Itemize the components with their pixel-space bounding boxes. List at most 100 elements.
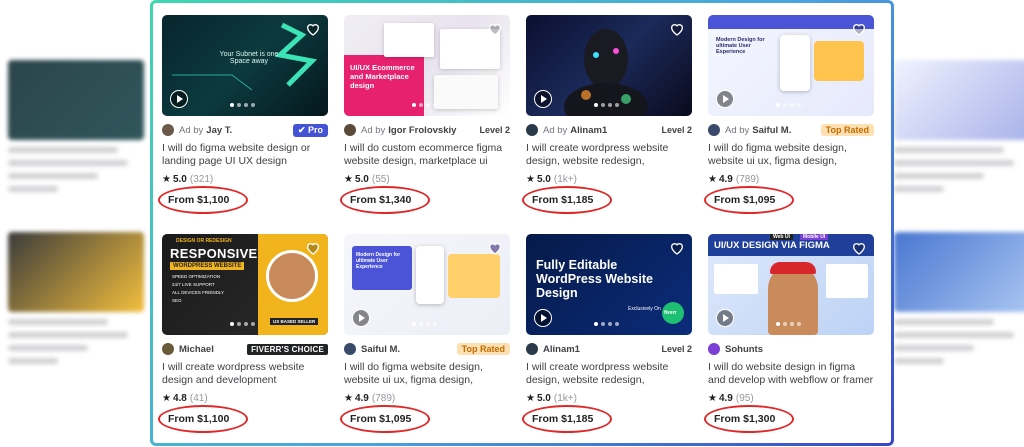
annotation-circle	[704, 405, 794, 433]
thumbnail-mockup	[384, 23, 434, 57]
gig-thumbnail[interactable]	[526, 15, 692, 116]
heart-icon[interactable]	[669, 21, 685, 37]
price: From $1,185	[522, 186, 692, 214]
gig-title[interactable]: I will do figma website design, website …	[708, 142, 874, 168]
thumbnail-subheadline: WORDPRESS WEBSITE	[170, 262, 245, 270]
blurred-card	[894, 232, 1024, 364]
carousel-dots[interactable]	[594, 322, 619, 326]
gig-title[interactable]: I will do figma website design, website …	[344, 361, 510, 387]
price: From $1,340	[340, 186, 510, 214]
heart-icon[interactable]	[487, 21, 503, 37]
gig-title[interactable]: I will do figma website design or landin…	[162, 142, 328, 168]
price: From $1,100	[158, 186, 328, 214]
gig-thumbnail[interactable]: Modern Design for ultimate User Experien…	[708, 15, 874, 116]
thumbnail-cap	[770, 262, 816, 274]
avatar[interactable]	[162, 343, 174, 355]
rating-row: ★ 4.9 (789)	[344, 393, 510, 404]
gig-card[interactable]: Modern Design for ultimate User Experien…	[340, 234, 510, 433]
review-count: (1k+)	[553, 393, 577, 404]
carousel-dots[interactable]	[776, 103, 801, 107]
play-icon[interactable]	[534, 309, 552, 327]
top-rated-badge: Top Rated	[456, 343, 510, 355]
carousel-dots[interactable]	[412, 322, 437, 326]
gig-title[interactable]: I will create wordpress website design, …	[526, 142, 692, 168]
level-badge: Level 2	[661, 344, 692, 354]
thumbnail-caption: UI/UX Ecommerce and Marketplace design	[350, 63, 415, 90]
thumbnail-headline: UI/UX DESIGN VIA FIGMA	[714, 240, 830, 251]
play-icon[interactable]	[170, 90, 188, 108]
avatar[interactable]	[708, 343, 720, 355]
gig-title[interactable]: I will do custom ecommerce figma website…	[344, 142, 510, 168]
seller-row: Saiful M. Top Rated	[344, 342, 510, 356]
star-icon: ★	[708, 174, 717, 185]
seller-name[interactable]: Michael	[179, 344, 214, 355]
heart-icon[interactable]	[851, 240, 867, 256]
seller-name[interactable]: Saiful M.	[361, 344, 400, 355]
blurred-card	[8, 232, 144, 364]
gig-title[interactable]: I will create wordpress website design a…	[162, 361, 328, 387]
gig-card[interactable]: Fully Editable WordPress Website Design …	[522, 234, 692, 433]
play-icon[interactable]	[534, 90, 552, 108]
avatar[interactable]	[162, 124, 174, 136]
gig-thumbnail[interactable]: DESIGN OR REDESIGN RESPONSIVE WORDPRESS …	[162, 234, 328, 335]
review-count: (1k+)	[553, 174, 577, 185]
star-icon: ★	[344, 393, 353, 404]
play-icon[interactable]	[716, 309, 734, 327]
avatar[interactable]	[708, 124, 720, 136]
gig-thumbnail[interactable]: Modern Design for ultimate User Experien…	[344, 234, 510, 335]
annotation-circle	[158, 405, 248, 433]
fiverrs-choice-badge: FIVERR'S CHOICE	[247, 343, 328, 355]
gig-card[interactable]: Ad by Alinam1 Level 2 I will create word…	[522, 15, 692, 214]
seller-name[interactable]: Alinam1	[543, 344, 580, 355]
rating-score: 5.0	[536, 393, 551, 404]
review-count: (321)	[189, 174, 214, 185]
thumbnail-mockup	[434, 75, 498, 109]
gig-thumbnail[interactable]: Fully Editable WordPress Website Design …	[526, 234, 692, 335]
thumbnail-logo-text: fiverr	[664, 310, 677, 316]
carousel-dots[interactable]	[230, 322, 255, 326]
gig-title[interactable]: I will do website design in figma and de…	[708, 361, 874, 387]
heart-icon[interactable]	[305, 240, 321, 256]
gig-thumbnail[interactable]: UI/UX Ecommerce and Marketplace design	[344, 15, 510, 116]
gig-card[interactable]: Your Subnet is one Space away Ad by Jay …	[158, 15, 328, 214]
gig-title[interactable]: I will create wordpress website design, …	[526, 361, 692, 387]
seller-name[interactable]: Sohunts	[725, 344, 763, 355]
gig-card[interactable]: UI/UX DESIGN VIA FIGMA Web UI Mobile UI …	[704, 234, 874, 433]
carousel-dots[interactable]	[412, 103, 437, 107]
price: From $1,300	[704, 405, 874, 433]
avatar[interactable]	[344, 124, 356, 136]
seller-name[interactable]: Igor Frolovskiy	[388, 125, 456, 136]
carousel-dots[interactable]	[230, 103, 255, 107]
review-count: (789)	[735, 174, 760, 185]
rating-row: ★ 4.9 (95)	[708, 393, 874, 404]
rating-row: ★ 4.9 (789)	[708, 174, 874, 185]
seller-name[interactable]: Jay T.	[206, 125, 232, 136]
gig-thumbnail[interactable]: UI/UX DESIGN VIA FIGMA Web UI Mobile UI	[708, 234, 874, 335]
annotation-circle	[522, 405, 612, 433]
gig-thumbnail[interactable]: Your Subnet is one Space away	[162, 15, 328, 116]
carousel-dots[interactable]	[594, 103, 619, 107]
heart-icon[interactable]	[851, 21, 867, 37]
level-badge: Level 2	[661, 125, 692, 135]
thumbnail-tag: Mobile UI	[800, 234, 829, 240]
gig-card[interactable]: UI/UX Ecommerce and Marketplace design A…	[340, 15, 510, 214]
star-icon: ★	[162, 174, 171, 185]
gig-card[interactable]: DESIGN OR REDESIGN RESPONSIVE WORDPRESS …	[158, 234, 328, 433]
seller-name[interactable]: Saiful M.	[752, 125, 791, 136]
gig-card[interactable]: Modern Design for ultimate User Experien…	[704, 15, 874, 214]
heart-icon[interactable]	[487, 240, 503, 256]
play-icon[interactable]	[716, 90, 734, 108]
seller-row: Ad by Jay T. ✔ Pro	[162, 123, 328, 137]
thumbnail-caption: Exclusively On	[628, 306, 661, 312]
rating-row: ★ 5.0 (1k+)	[526, 174, 692, 185]
rating-row: ★ 5.0 (55)	[344, 174, 510, 185]
seller-name[interactable]: Alinam1	[570, 125, 607, 136]
carousel-dots[interactable]	[776, 322, 801, 326]
play-icon[interactable]	[352, 309, 370, 327]
avatar[interactable]	[344, 343, 356, 355]
heart-icon[interactable]	[305, 21, 321, 37]
avatar[interactable]	[526, 343, 538, 355]
heart-icon[interactable]	[669, 240, 685, 256]
avatar[interactable]	[526, 124, 538, 136]
rating-score: 4.9	[354, 393, 369, 404]
